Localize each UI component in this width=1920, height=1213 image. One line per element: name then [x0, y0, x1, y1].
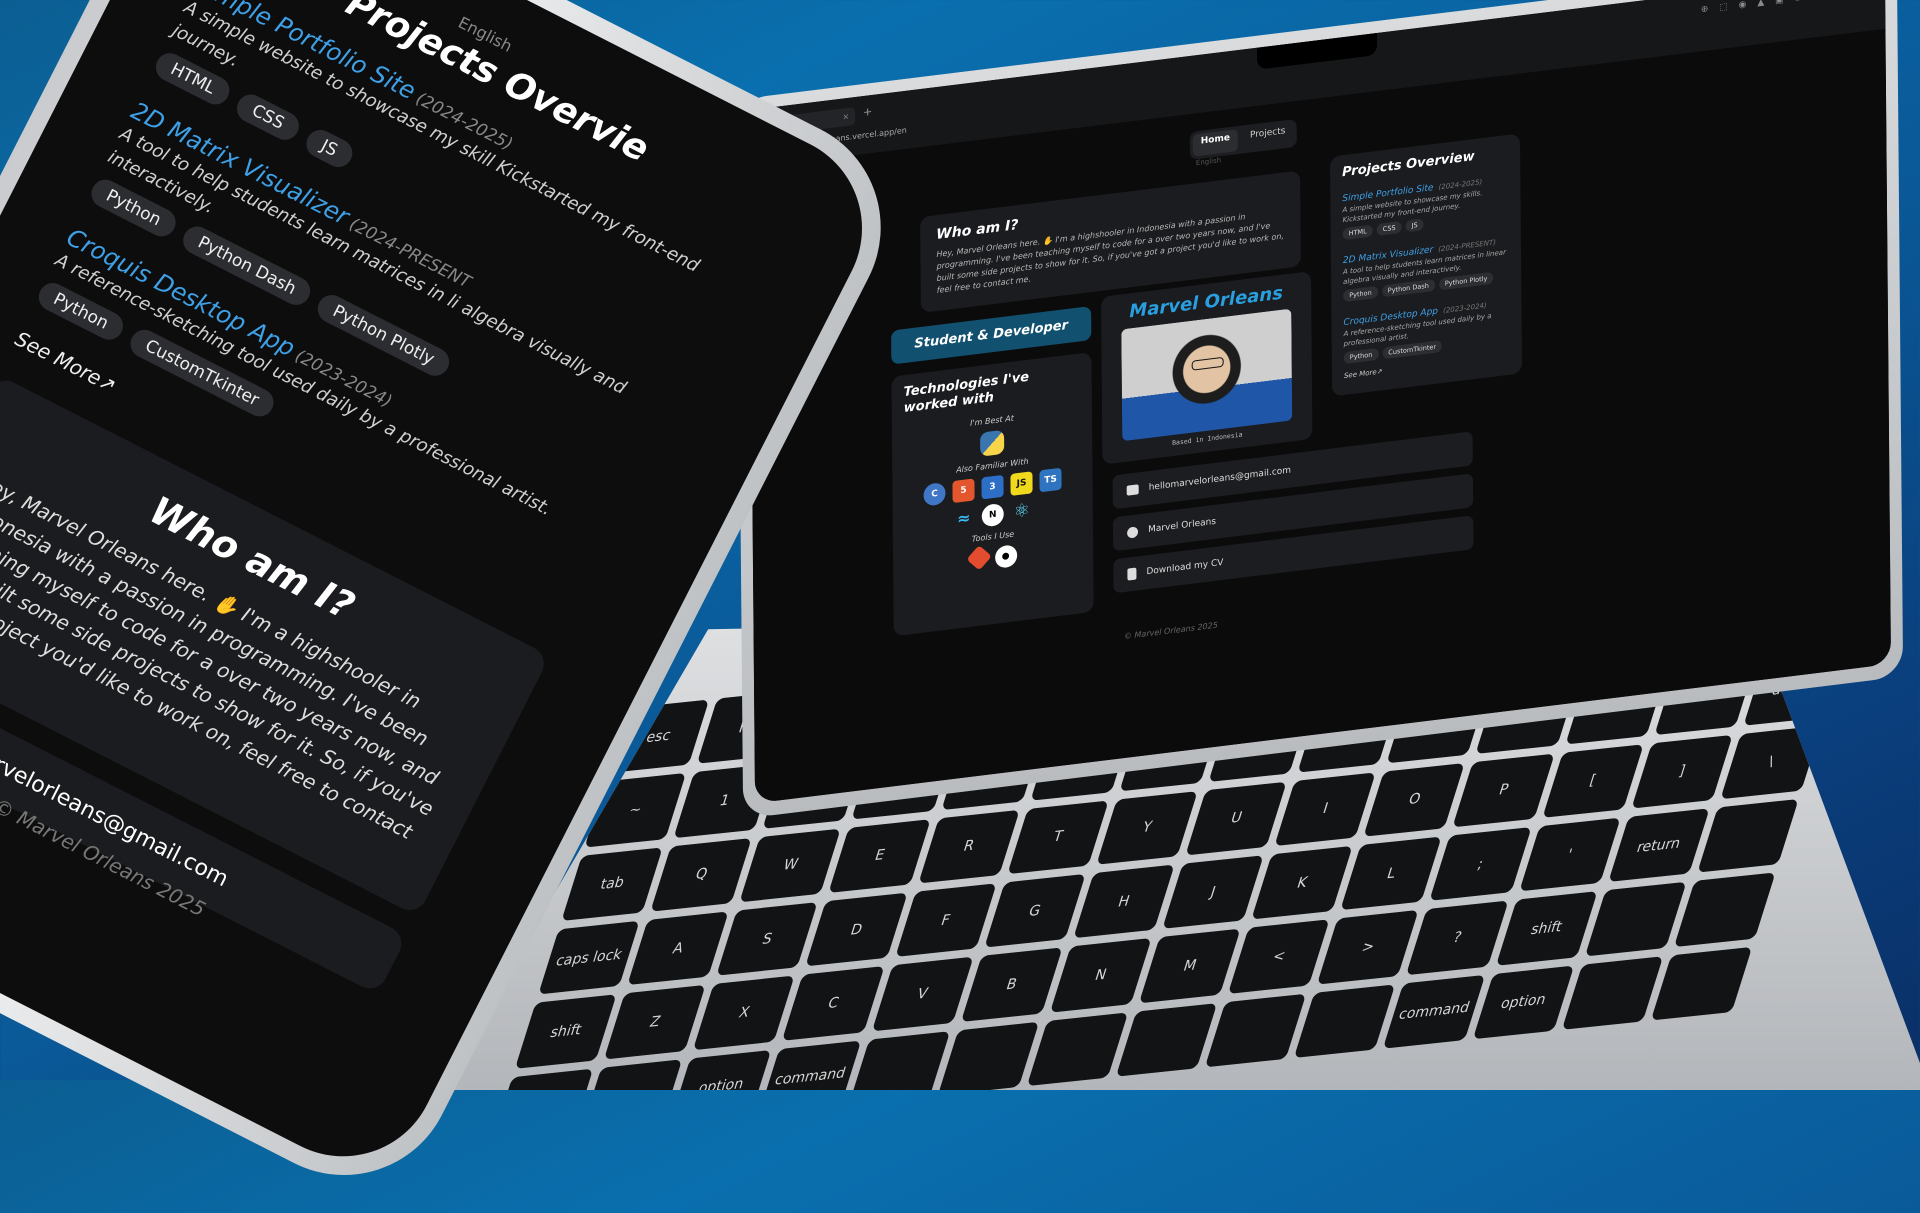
keyboard-key: option — [670, 1049, 772, 1090]
keyboard-key — [848, 1030, 951, 1090]
keyboard-key — [1026, 1012, 1129, 1087]
site-footer: © Marvel Orleans 2025 — [1123, 620, 1218, 642]
browser-extension-icons[interactable]: ⊕ ⬚ ◉ ▲ ▣ ⧉ ⇩ ◧ ⊞ — [1701, 0, 1861, 15]
keyboard-key: Z — [604, 985, 706, 1060]
github-icon: ● — [994, 544, 1017, 569]
keyboard-key: A — [627, 911, 729, 986]
c-language-icon: C — [923, 481, 946, 507]
laptop-lid: ms × + marvel-orleans.vercel.app/en ⊕ ⬚ … — [736, 0, 1904, 819]
keyboard-key: Q — [650, 837, 753, 912]
keyboard-key — [580, 1058, 683, 1090]
keyboard-key: shift — [1495, 891, 1598, 966]
keyboard-key: command — [1383, 974, 1485, 1049]
project-item: 2D Matrix Visualizer (2024-PRESENT) A to… — [1343, 228, 1509, 303]
keyboard-key: S — [716, 902, 819, 977]
keyboard-key: K — [1251, 845, 1353, 920]
keyboard-key: < — [1228, 919, 1330, 994]
keyboard-key: Y — [1096, 790, 1198, 865]
tag: HTML — [1342, 224, 1373, 241]
keyboard-key: \ — [1720, 725, 1822, 800]
nextjs-icon: N — [981, 502, 1004, 528]
javascript-icon: JS — [1010, 471, 1033, 496]
keyboard-key: O — [1363, 762, 1466, 837]
css3-icon: 3 — [981, 474, 1004, 500]
keyboard-key: tab — [561, 846, 664, 922]
profile-card: Marvel Orleans Based in Indonesia — [1100, 271, 1313, 465]
new-tab-icon[interactable]: + — [863, 105, 872, 119]
glasses-shape — [1191, 356, 1224, 371]
contact-links: hellomarvelorleans@gmail.com Marvel Orle… — [1112, 431, 1474, 605]
git-icon — [965, 545, 992, 571]
tag: Python Plotly — [1438, 271, 1494, 291]
project-item: Croquis Desktop App (2023-2024) A refere… — [1343, 290, 1509, 365]
keyboard-key — [1294, 983, 1396, 1059]
cv-text: Download my CV — [1146, 557, 1224, 578]
typescript-icon: TS — [1039, 467, 1062, 493]
close-tab-icon[interactable]: × — [842, 108, 849, 127]
keyboard-key: caps lock — [538, 920, 640, 995]
site-nav: Home Projects — [1189, 118, 1297, 160]
keyboard-key — [1673, 872, 1776, 947]
keyboard-key: ; — [1429, 827, 1532, 902]
keyboard-key: P — [1452, 753, 1555, 828]
tag: Python Dash — [1381, 278, 1435, 298]
keyboard-key — [1696, 798, 1799, 873]
keyboard-key: W — [739, 828, 842, 903]
keyboard-key — [1561, 955, 1664, 1030]
tag: CSS — [1376, 220, 1402, 237]
html5-icon: 5 — [952, 478, 975, 504]
keyboard-key: B — [960, 947, 1063, 1022]
keyboard-key — [1650, 946, 1753, 1021]
tag: Python — [1343, 285, 1378, 303]
github-icon — [1127, 525, 1139, 539]
keyboard-key: F — [894, 883, 997, 958]
keyboard-key: G — [983, 873, 1086, 948]
keyboard-key: T — [1007, 800, 1109, 875]
language-select[interactable]: English — [1196, 156, 1221, 167]
tag: JS — [1405, 218, 1424, 233]
keyboard-key: H — [1072, 864, 1175, 939]
keyboard-key: ? — [1406, 900, 1509, 975]
mail-icon — [1126, 484, 1139, 496]
keyboard-key — [1584, 882, 1687, 957]
nav-projects[interactable]: Projects — [1242, 122, 1294, 150]
python-icon — [980, 429, 1005, 457]
keyboard-key — [937, 1021, 1040, 1090]
keyboard-key: [ — [1541, 743, 1644, 818]
keyboard-key: E — [828, 818, 931, 893]
keyboard-key: command — [759, 1040, 861, 1090]
tailwind-icon: ≈ — [956, 507, 971, 529]
github-text: Marvel Orleans — [1148, 516, 1217, 536]
document-icon — [1127, 567, 1137, 581]
keyboard-key — [491, 1068, 594, 1090]
nav-home[interactable]: Home — [1192, 129, 1239, 157]
keyboard-key: X — [693, 975, 795, 1050]
keyboard-key: R — [917, 809, 1020, 884]
keyboard-key: option — [1472, 965, 1575, 1040]
keyboard-key: D — [805, 892, 908, 967]
keyboard-key: ] — [1631, 734, 1733, 809]
keyboard-key — [1115, 1002, 1218, 1077]
keyboard-key: V — [871, 957, 974, 1032]
keyboard-key: C — [782, 966, 885, 1041]
technologies-card: Technologies I've worked with I'm Best A… — [891, 352, 1094, 637]
keyboard-key: I — [1274, 772, 1377, 847]
email-text: hellomarvelorleans@gmail.com — [1148, 465, 1292, 494]
laptop-screen: ms × + marvel-orleans.vercel.app/en ⊕ ⬚ … — [748, 0, 1891, 804]
keyboard-key: N — [1049, 938, 1152, 1013]
keyboard-key: J — [1162, 855, 1264, 930]
tag: Python — [1343, 347, 1379, 365]
keyboard-key: shift — [514, 994, 617, 1069]
keyboard-key: L — [1340, 836, 1443, 911]
keyboard-key: return — [1607, 808, 1710, 883]
react-icon: ⚛ — [1013, 499, 1030, 523]
keyboard-key: U — [1185, 781, 1288, 856]
profile-photo — [1121, 308, 1293, 442]
keyboard-key: M — [1138, 928, 1241, 1003]
projects-overview-card: Projects Overview Simple Portfolio Site … — [1329, 133, 1523, 397]
keyboard-key: > — [1317, 910, 1419, 985]
keyboard-key — [1204, 993, 1307, 1068]
keyboard-key: ' — [1518, 817, 1621, 892]
